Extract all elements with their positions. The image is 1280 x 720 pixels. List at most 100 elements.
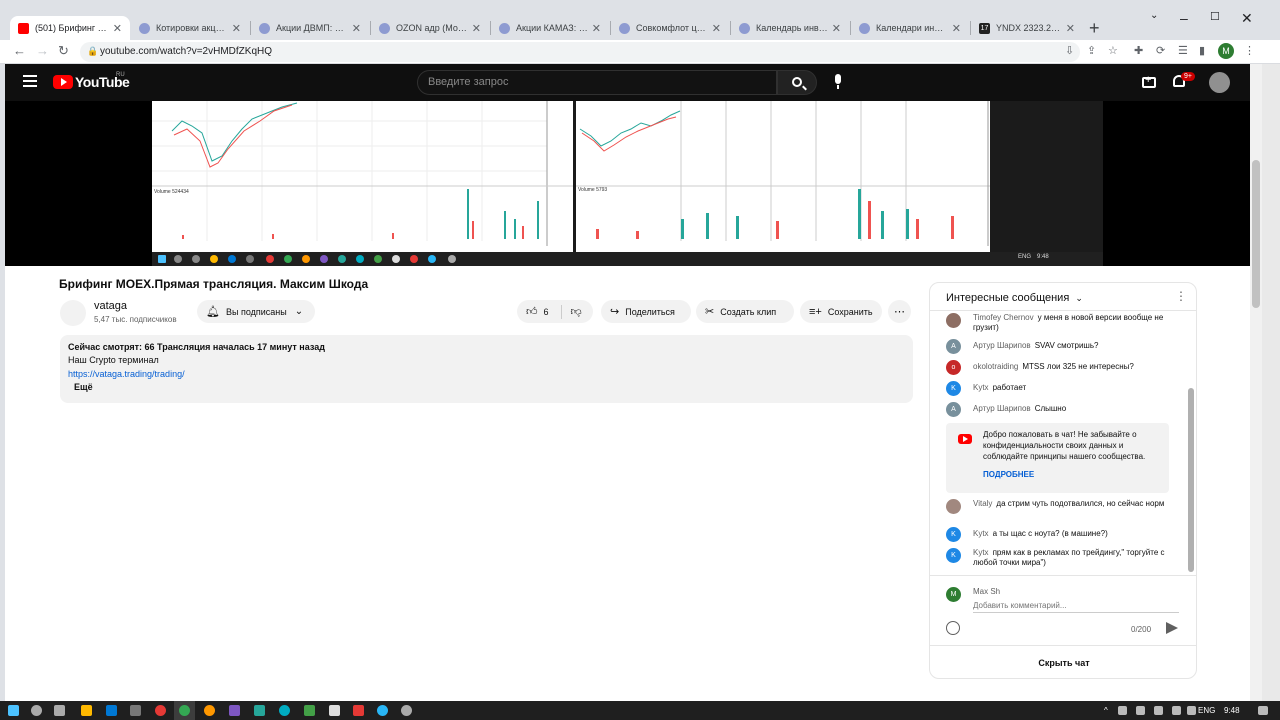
browser-tab[interactable]: Акции ДВМП: стоим ✕ (251, 16, 369, 40)
volume-icon[interactable] (1187, 706, 1196, 715)
maximize-icon[interactable]: ☐ (1210, 10, 1220, 23)
chat-mode-selector[interactable]: Интересные сообщения ⌄ (946, 292, 1083, 304)
app-icon[interactable] (254, 705, 265, 716)
new-tab-icon[interactable]: + (1089, 18, 1100, 39)
url-text[interactable]: youtube.com/watch?v=2vHMDfZKqHQ (100, 46, 272, 57)
close-tab-icon[interactable]: ✕ (352, 22, 361, 35)
file-explorer-icon[interactable] (81, 705, 92, 716)
site-favicon-icon (739, 22, 750, 34)
install-app-icon[interactable]: ⇩ (1065, 44, 1074, 57)
description-box[interactable]: Сейчас смотрят: 66 Трансляция началась 1… (60, 335, 913, 403)
close-window-icon[interactable]: ✕ (1241, 10, 1253, 27)
vataga-icon[interactable] (304, 705, 315, 716)
menu-icon[interactable] (23, 75, 37, 87)
like-icon[interactable]: 👍︎ (526, 305, 538, 318)
reload-icon[interactable]: ↻ (58, 43, 69, 59)
address-bar[interactable]: 🔒 youtube.com/watch?v=2vHMDfZKqHQ (80, 42, 1080, 62)
channel-name[interactable]: vataga (94, 300, 127, 312)
divider (930, 645, 1196, 646)
create-clip-button[interactable]: ✂ Создать клип (696, 300, 794, 323)
side-panel-icon[interactable]: ▮ (1199, 44, 1205, 57)
reading-list-icon[interactable]: ☰ (1178, 44, 1188, 57)
chrome-menu-icon[interactable]: ⋮ (1244, 44, 1255, 57)
chat-author: Kytx (973, 548, 989, 557)
close-tab-icon[interactable]: ✕ (472, 22, 481, 35)
forward-icon[interactable]: → (36, 43, 49, 58)
tray-app-icon[interactable] (1136, 706, 1145, 715)
description-link[interactable]: https://vataga.trading/trading/ (68, 368, 185, 381)
search-icon[interactable] (31, 705, 42, 716)
browser-tab[interactable]: OZON адр (Мосбир ✕ (371, 16, 489, 40)
show-more-button[interactable]: Ещё (74, 381, 93, 394)
chat-avatar: K (946, 548, 961, 563)
tray-chevron-icon[interactable]: ^ (1104, 706, 1108, 715)
sync-icon[interactable]: ⟳ (1156, 44, 1165, 57)
tab-search-icon[interactable]: ⌄ (1150, 10, 1158, 21)
back-icon[interactable]: ← (13, 43, 26, 58)
search-input[interactable] (428, 76, 758, 88)
extensions-icon[interactable]: ✚ (1134, 44, 1143, 57)
network-icon[interactable] (1118, 706, 1127, 715)
chat-message-input[interactable] (973, 599, 1179, 613)
search-box[interactable] (417, 70, 777, 95)
hide-chat-button[interactable]: Скрыть чат (930, 658, 1196, 668)
share-button[interactable]: ↪ Поделиться (601, 300, 691, 323)
app-icon[interactable] (279, 705, 290, 716)
lock-icon[interactable]: 🔒 (87, 46, 98, 57)
chat-more-icon[interactable]: ⋮ (1175, 289, 1187, 303)
telegram-icon[interactable] (377, 705, 388, 716)
taskview-icon[interactable] (54, 705, 65, 716)
youtube-logo-icon[interactable] (53, 75, 73, 89)
close-tab-icon[interactable]: ✕ (592, 22, 601, 35)
wifi-icon[interactable] (1172, 706, 1181, 715)
clock[interactable]: 9:48 (1224, 706, 1240, 715)
chat-author: Kytx (973, 383, 989, 392)
minimize-icon[interactable]: – (1180, 10, 1188, 26)
create-video-icon[interactable] (1142, 74, 1156, 88)
close-tab-icon[interactable]: ✕ (1066, 22, 1075, 35)
save-button[interactable]: ≡+ Сохранить (800, 300, 882, 323)
channel-avatar[interactable] (60, 300, 86, 326)
notice-more-link[interactable]: ПОДРОБНЕЕ (983, 469, 1034, 480)
account-avatar[interactable] (1209, 72, 1230, 93)
browser-tab-active[interactable]: (501) Брифинг MOEX. ✕ (10, 16, 130, 40)
app-icon[interactable] (130, 705, 141, 716)
browser-tab[interactable]: Совкомфлот цена а ✕ (611, 16, 729, 40)
close-tab-icon[interactable]: ✕ (952, 22, 961, 35)
more-actions-button[interactable]: ⋯ (888, 300, 911, 323)
page-scrollbar[interactable] (1250, 64, 1262, 703)
browser-tab[interactable]: Календарь инвестор ✕ (731, 16, 849, 40)
subscribe-button[interactable]: 🔔︎ Вы подписаны ⌄ (197, 300, 315, 323)
browser-tab[interactable]: Акции КАМАЗ: стои ✕ (491, 16, 609, 40)
close-tab-icon[interactable]: ✕ (113, 22, 122, 35)
close-tab-icon[interactable]: ✕ (712, 22, 721, 35)
battery-icon[interactable] (1154, 706, 1163, 715)
chat-scrollbar[interactable] (1188, 388, 1194, 572)
close-tab-icon[interactable]: ✕ (832, 22, 841, 35)
emoji-icon[interactable] (946, 621, 960, 635)
share-icon[interactable]: ⇪ (1087, 44, 1096, 57)
chrome-icon[interactable] (179, 705, 190, 716)
browser-tab[interactable]: Календари инвестор ✕ (851, 16, 969, 40)
browser-tab[interactable]: 17 YNDX 2323.2 ▲ +0.7 ✕ (971, 16, 1083, 40)
send-icon[interactable] (1166, 622, 1178, 634)
close-tab-icon[interactable]: ✕ (232, 22, 241, 35)
scrollbar-thumb[interactable] (1252, 160, 1260, 308)
microphone-icon[interactable] (835, 74, 841, 89)
video-player[interactable]: Volume 524434 Volume 5793 ENG 9:48 (5, 101, 1250, 266)
search-button[interactable] (777, 70, 817, 95)
windows-start-icon[interactable] (8, 705, 19, 716)
app-icon[interactable] (329, 705, 340, 716)
bookmark-star-icon[interactable]: ☆ (1108, 44, 1118, 57)
keyboard-language[interactable]: ENG (1198, 706, 1215, 715)
dislike-icon[interactable]: 👎︎ (571, 305, 582, 318)
notifications-icon[interactable] (1258, 706, 1268, 715)
browser-tab[interactable]: Котировки акций он ✕ (131, 16, 249, 40)
store-icon[interactable] (106, 705, 117, 716)
profile-avatar[interactable]: M (1218, 43, 1234, 59)
app-icon[interactable] (401, 705, 412, 716)
opera-icon[interactable] (155, 705, 166, 716)
firefox-icon[interactable] (204, 705, 215, 716)
discord-icon[interactable] (229, 705, 240, 716)
yandex-icon[interactable] (353, 705, 364, 716)
